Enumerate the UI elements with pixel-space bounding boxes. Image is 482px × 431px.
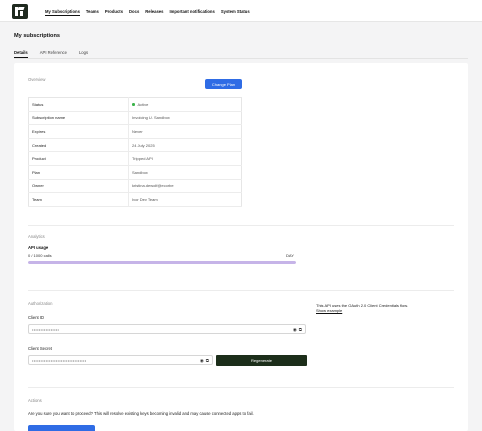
client-secret-field[interactable]: •••••••••••••••••••••••••••••••• ◉ ⧉ <box>28 355 213 365</box>
tab-details[interactable]: Details <box>14 50 28 58</box>
row-value: Tripped API <box>128 151 242 166</box>
tab-logs[interactable]: Logs <box>79 50 88 58</box>
actions-label: Actions <box>28 398 42 403</box>
table-row: Status Active <box>28 97 242 112</box>
row-key: Expires <box>28 124 129 139</box>
table-row: Created 24 July 2025 <box>28 138 242 153</box>
analytics-label: Analytics <box>28 234 45 239</box>
oauth-note: This API uses the OAuth 2.0 Client Crede… <box>316 303 466 314</box>
status-cell: Active <box>128 97 242 112</box>
row-key: Status <box>28 97 129 112</box>
nav-system-status[interactable]: System Status <box>221 9 250 16</box>
nav-my-subscriptions[interactable]: My Subscriptions <box>45 9 80 16</box>
nav-products[interactable]: Products <box>105 9 123 16</box>
copy-icon[interactable]: ⧉ <box>299 327 302 332</box>
api-usage-calls: 0 / 1000 calls <box>28 253 52 258</box>
copy-icon[interactable]: ⧉ <box>206 358 209 363</box>
subscription-details-table: Status Active Subscription name Invoicin… <box>28 97 242 207</box>
main-nav: My Subscriptions Teams Products Docs Rel… <box>45 9 250 16</box>
client-secret-label: Client Secret <box>28 346 52 351</box>
tabs-divider <box>14 58 468 59</box>
client-id-label: Client ID <box>28 315 45 320</box>
row-key: Subscription name <box>28 111 129 126</box>
client-secret-value: •••••••••••••••••••••••••••••••• <box>32 358 87 364</box>
row-value: kristina.dewolf@ecorbe <box>128 179 242 194</box>
section-divider <box>28 290 454 291</box>
api-usage-period: DAY <box>286 253 294 258</box>
row-value: Sandbox <box>128 165 242 180</box>
change-plan-button[interactable]: Change Plan <box>205 79 242 89</box>
show-eye-icon[interactable]: ◉ <box>293 327 297 332</box>
table-row: Product Tripped API <box>28 151 242 166</box>
row-key: Team <box>28 192 129 207</box>
action-warning-text: Are you sure you want to proceed? This w… <box>28 411 254 416</box>
row-key: Created <box>28 138 129 153</box>
confirm-action-button[interactable] <box>28 425 95 431</box>
page-title: My subscriptions <box>14 33 61 39</box>
table-row: Expires Never <box>28 124 242 139</box>
row-key: Owner <box>28 179 129 194</box>
row-value: Never <box>128 124 242 139</box>
api-usage-progress-fill <box>28 261 296 264</box>
regenerate-button[interactable]: Regenerate <box>216 355 307 366</box>
row-key: Product <box>28 151 129 166</box>
section-divider <box>28 225 454 226</box>
status-dot-icon <box>132 103 135 106</box>
nav-important-notifications[interactable]: Important notifications <box>169 9 214 16</box>
nav-docs[interactable]: Docs <box>129 9 139 16</box>
row-value: Invoicing U. Sandbox <box>128 111 242 126</box>
section-divider <box>28 387 454 388</box>
row-value: Ivor Dev Team <box>128 192 242 207</box>
status-value: Active <box>137 101 149 107</box>
overview-label: Overview <box>28 77 46 82</box>
show-example-link[interactable]: Show example <box>316 308 342 313</box>
table-row: Owner kristina.dewolf@ecorbe <box>28 179 242 194</box>
table-row: Subscription name Invoicing U. Sandbox <box>28 111 242 126</box>
row-key: Plan <box>28 165 129 180</box>
table-row: Team Ivor Dev Team <box>28 192 242 207</box>
brand-logo-icon[interactable] <box>12 4 28 19</box>
nav-teams[interactable]: Teams <box>86 9 99 16</box>
table-row: Plan Sandbox <box>28 165 242 180</box>
show-eye-icon[interactable]: ◉ <box>200 358 204 363</box>
authorization-label: Authorization <box>28 301 53 306</box>
tab-bar: Details API Reference Logs <box>14 50 88 58</box>
client-id-value: •••••••••••••••• <box>32 327 60 333</box>
nav-releases[interactable]: Releases <box>145 9 163 16</box>
api-usage-progress-bar <box>28 261 296 264</box>
client-id-field[interactable]: •••••••••••••••• ◉ ⧉ <box>28 324 306 334</box>
tab-api-reference[interactable]: API Reference <box>40 50 67 58</box>
api-usage-title: API usage <box>28 245 49 250</box>
row-value: 24 July 2025 <box>128 138 242 153</box>
top-navbar: My Subscriptions Teams Products Docs Rel… <box>0 0 482 22</box>
